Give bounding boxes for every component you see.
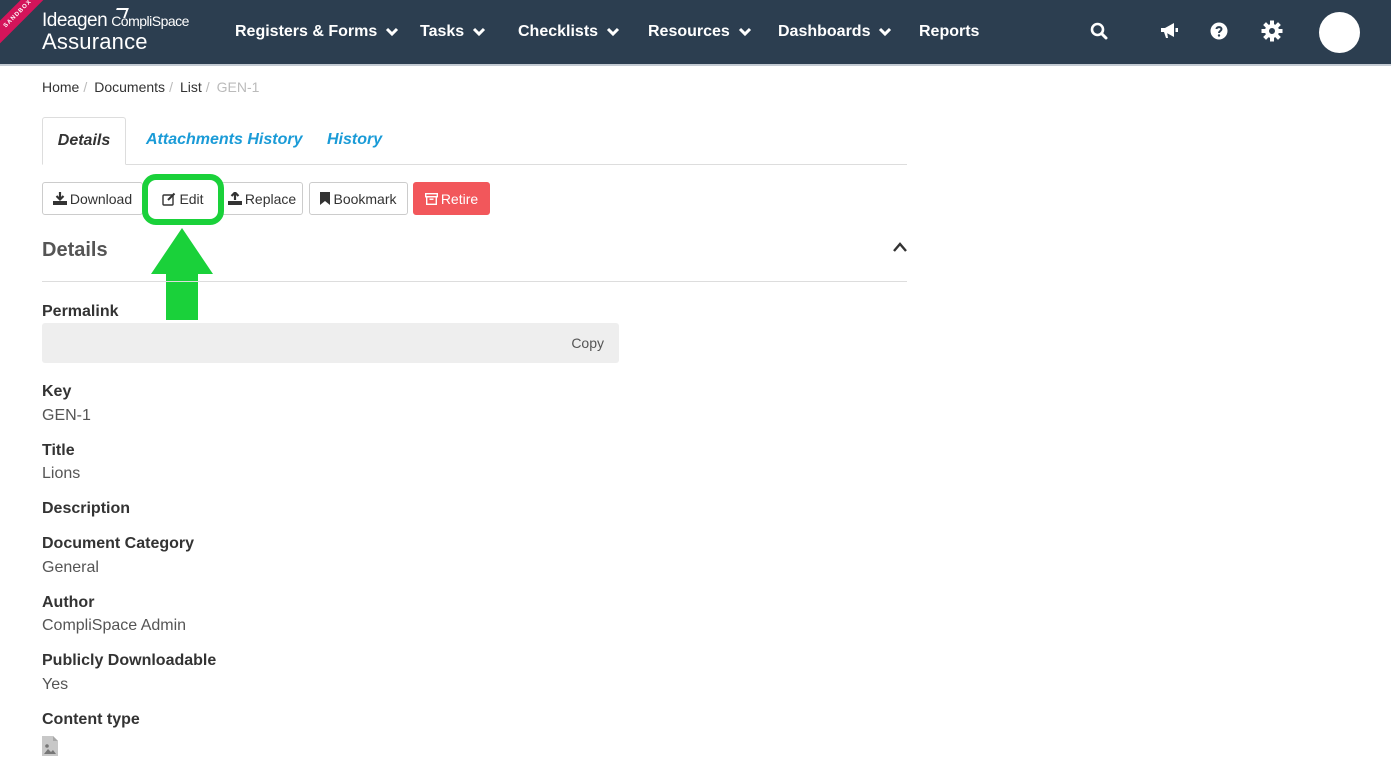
nav-tasks[interactable]: Tasks — [420, 0, 486, 64]
field-value-author: CompliSpace Admin — [42, 617, 187, 634]
field-value-publicly-downloadable: Yes — [42, 676, 69, 693]
nav-checklists[interactable]: Checklists — [518, 0, 620, 64]
app-logo[interactable]: Ideagen CompliSpace Assurance — [42, 8, 189, 55]
nav-label: Dashboards — [778, 23, 871, 40]
chevron-down-icon — [473, 27, 486, 37]
nav-label: Checklists — [518, 23, 599, 40]
chevron-down-icon — [738, 27, 751, 37]
chevron-down-icon — [386, 27, 399, 37]
chevron-up-icon[interactable] — [892, 240, 908, 254]
upload-icon — [227, 192, 242, 205]
chevron-down-icon — [606, 27, 620, 37]
tab-attachments-history[interactable]: Attachments History — [146, 117, 302, 165]
replace-button[interactable]: Replace — [221, 182, 303, 215]
tab-details[interactable]: Details — [42, 117, 126, 165]
section-divider — [42, 281, 907, 282]
replace-label: Replace — [244, 190, 297, 207]
field-label-publicly-downloadable: Publicly Downloadable — [42, 652, 217, 669]
field-label-content-type: Content type — [42, 711, 140, 728]
permalink-label: Permalink — [42, 303, 119, 320]
top-navbar: SANDBOX Ideagen CompliSpace Assurance Reg… — [0, 0, 1391, 66]
edit-highlight-annotation — [142, 174, 224, 225]
breadcrumb: Home / Documents / List / GEN-1 — [42, 79, 260, 95]
image-file-icon — [42, 736, 58, 756]
breadcrumb-home[interactable]: Home — [42, 79, 79, 95]
up-arrow-annotation-icon — [151, 228, 213, 320]
tab-bar: Details Attachments History History — [42, 117, 907, 165]
chevron-down-icon — [879, 27, 892, 37]
logo-text-assurance: Assurance — [42, 29, 148, 54]
field-value-document-category: General — [42, 559, 99, 576]
bookmark-label: Bookmark — [333, 190, 397, 207]
nav-registers-forms[interactable]: Registers & Forms — [235, 0, 399, 64]
nav-reports[interactable]: Reports — [919, 0, 979, 64]
field-label-title: Title — [42, 442, 75, 459]
nav-dashboards[interactable]: Dashboards — [778, 0, 892, 64]
retire-label: Retire — [440, 190, 479, 207]
download-icon — [52, 192, 67, 205]
user-avatar[interactable] — [1319, 12, 1360, 53]
archive-icon — [424, 192, 438, 205]
permalink-field[interactable]: Copy — [42, 323, 619, 363]
search-icon[interactable] — [1088, 20, 1110, 42]
bookmark-button[interactable]: Bookmark — [309, 182, 408, 215]
nav-label: Registers & Forms — [235, 23, 378, 40]
field-value-key: GEN-1 — [42, 407, 91, 424]
field-label-key: Key — [42, 383, 72, 400]
breadcrumb-documents[interactable]: Documents — [94, 79, 165, 95]
breadcrumb-current: GEN-1 — [216, 79, 260, 95]
field-label-author: Author — [42, 594, 95, 611]
logo-text-ideagen: Ideagen — [42, 10, 108, 31]
bookmark-icon — [320, 192, 331, 205]
field-value-title: Lions — [42, 465, 81, 482]
nav-label: Tasks — [420, 23, 465, 40]
nav-label: Resources — [648, 23, 730, 40]
breadcrumb-list[interactable]: List — [180, 79, 202, 95]
tab-history[interactable]: History — [327, 117, 382, 165]
nav-resources[interactable]: Resources — [648, 0, 752, 64]
nav-label: Reports — [919, 23, 980, 40]
field-label-description: Description — [42, 500, 131, 517]
section-title-details: Details — [42, 239, 108, 261]
settings-icon[interactable] — [1261, 20, 1283, 42]
megaphone-icon[interactable] — [1158, 20, 1180, 42]
field-label-document-category: Document Category — [42, 535, 195, 552]
retire-button[interactable]: Retire — [413, 182, 490, 215]
copy-button[interactable]: Copy — [571, 335, 604, 351]
download-button[interactable]: Download — [42, 182, 143, 215]
download-label: Download — [69, 190, 133, 207]
help-icon[interactable] — [1208, 20, 1230, 42]
